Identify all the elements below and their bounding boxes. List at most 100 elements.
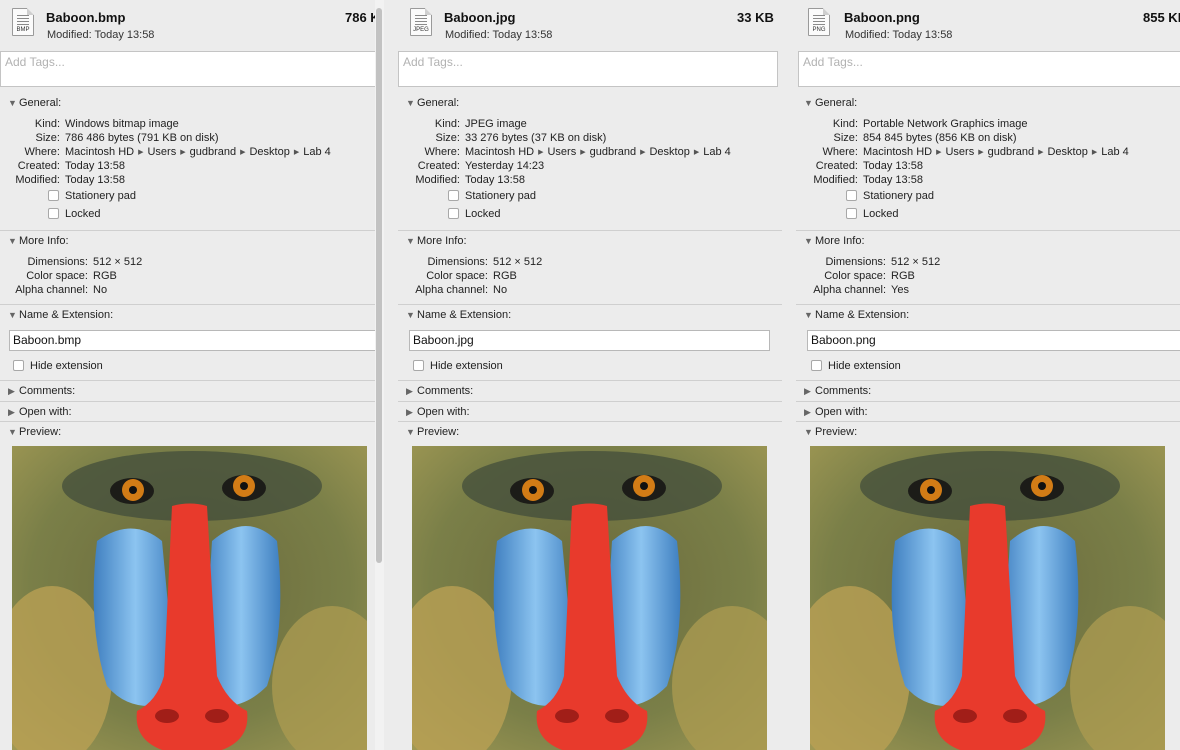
file-size: 33 KB <box>737 10 774 25</box>
color-space-label: Color space: <box>26 270 88 282</box>
checkbox-unchecked-icon[interactable] <box>811 360 822 371</box>
baboon-preview-image <box>810 446 1165 750</box>
modified-label: Modified: <box>813 174 858 186</box>
checkbox-unchecked-icon[interactable] <box>448 208 459 219</box>
locked-checkbox[interactable]: Locked <box>48 207 100 221</box>
modified-value: Today 13:58 <box>863 174 923 186</box>
disclosure-open-icon: ▼ <box>8 98 17 108</box>
disclosure-open-icon: ▼ <box>804 98 813 108</box>
size-value: 786 486 bytes (791 KB on disk) <box>65 132 219 144</box>
kind-label: Kind: <box>434 118 460 130</box>
disclosure-closed-icon: ▶ <box>8 407 15 417</box>
path-arrow-icon: ▶ <box>1091 149 1098 156</box>
section-comments[interactable]: ▶ Comments: <box>8 385 75 397</box>
dimensions-label: Dimensions: <box>825 256 886 268</box>
section-more-info[interactable]: ▼ More Info: <box>804 235 865 247</box>
checkbox-unchecked-icon[interactable] <box>846 190 857 201</box>
name-extension-input[interactable]: Baboon.jpg <box>409 330 770 351</box>
where-path: Macintosh HD ▶ Users ▶ gudbrand ▶ Desktop ▶ Lab … <box>863 146 1129 158</box>
checkbox-unchecked-icon[interactable] <box>846 208 857 219</box>
dimensions-value: 512 × 512 <box>891 256 941 268</box>
stationery-pad-checkbox[interactable]: Stationery pad <box>48 189 136 203</box>
divider <box>398 401 782 402</box>
kind-value: Windows bitmap image <box>65 118 179 130</box>
section-open-with[interactable]: ▶ Open with: <box>8 406 72 418</box>
divider <box>796 421 1180 422</box>
scrollbar[interactable] <box>375 0 384 750</box>
disclosure-open-icon: ▼ <box>8 427 17 437</box>
section-more-info[interactable]: ▼ More Info: <box>8 235 69 247</box>
alpha-channel-value: Yes <box>891 284 909 296</box>
size-label: Size: <box>35 132 60 144</box>
baboon-preview-image <box>12 446 367 750</box>
locked-checkbox[interactable]: Locked <box>846 207 898 221</box>
scroll-thumb[interactable] <box>376 8 382 563</box>
divider <box>0 380 384 381</box>
created-label: Created: <box>417 160 460 172</box>
section-name-extension[interactable]: ▼ Name & Extension: <box>8 309 113 321</box>
document-icon: PNG <box>808 8 830 36</box>
stationery-pad-checkbox[interactable]: Stationery pad <box>846 189 934 203</box>
checkbox-unchecked-icon[interactable] <box>48 190 59 201</box>
name-extension-input[interactable]: Baboon.bmp <box>9 330 384 351</box>
divider <box>398 421 782 422</box>
where-label: Where: <box>24 146 60 158</box>
kind-label: Kind: <box>34 118 60 130</box>
panel-header: PNG Baboon.png 855 KB Modified: Today 13… <box>796 0 1180 50</box>
file-name-title: Baboon.png <box>844 10 920 25</box>
section-preview[interactable]: ▼ Preview: <box>406 426 459 438</box>
tags-field[interactable]: Add Tags... <box>798 51 1180 87</box>
tags-field[interactable]: Add Tags... <box>0 51 384 87</box>
locked-checkbox[interactable]: Locked <box>448 207 500 221</box>
divider <box>0 304 384 305</box>
checkbox-unchecked-icon[interactable] <box>13 360 24 371</box>
path-arrow-icon: ▶ <box>640 149 646 156</box>
hide-extension-checkbox[interactable]: Hide extension <box>413 359 503 373</box>
path-arrow-icon: ▶ <box>538 149 544 156</box>
section-comments[interactable]: ▶ Comments: <box>406 385 473 397</box>
file-type-label: JPEG <box>413 27 429 33</box>
section-preview[interactable]: ▼ Preview: <box>804 426 857 438</box>
tags-field[interactable]: Add Tags... <box>398 51 778 87</box>
section-general[interactable]: ▼ General: <box>804 97 857 109</box>
section-open-with[interactable]: ▶ Open with: <box>406 406 470 418</box>
hide-extension-checkbox[interactable]: Hide extension <box>13 359 103 373</box>
panel-header: JPEG Baboon.jpg 33 KB Modified: Today 13… <box>398 0 782 50</box>
divider <box>0 401 384 402</box>
info-panel-png: PNG Baboon.png 855 KB Modified: Today 13… <box>796 0 1180 750</box>
section-name-extension[interactable]: ▼ Name & Extension: <box>804 309 909 321</box>
stationery-pad-checkbox[interactable]: Stationery pad <box>448 189 536 203</box>
tags-placeholder: Add Tags... <box>403 55 463 69</box>
section-name-extension[interactable]: ▼ Name & Extension: <box>406 309 511 321</box>
path-arrow-icon: ▶ <box>978 149 984 156</box>
divider <box>796 401 1180 402</box>
hide-extension-checkbox[interactable]: Hide extension <box>811 359 901 373</box>
file-size: 855 KB <box>1143 10 1180 25</box>
section-general[interactable]: ▼ General: <box>8 97 61 109</box>
file-type-label: PNG <box>812 27 826 33</box>
path-arrow-icon: ▶ <box>293 149 300 156</box>
alpha-channel-label: Alpha channel: <box>415 284 488 296</box>
disclosure-closed-icon: ▶ <box>804 386 811 396</box>
where-label: Where: <box>822 146 858 158</box>
name-extension-input[interactable]: Baboon.png <box>807 330 1180 351</box>
disclosure-open-icon: ▼ <box>804 427 813 437</box>
document-icon: BMP <box>12 8 34 36</box>
kind-value: Portable Network Graphics image <box>863 118 1028 130</box>
disclosure-open-icon: ▼ <box>406 310 415 320</box>
baboon-preview-image <box>412 446 767 750</box>
section-comments[interactable]: ▶ Comments: <box>804 385 871 397</box>
checkbox-unchecked-icon[interactable] <box>48 208 59 219</box>
modified-value: Today 13:58 <box>65 174 125 186</box>
dimensions-value: 512 × 512 <box>93 256 143 268</box>
section-more-info[interactable]: ▼ More Info: <box>406 235 467 247</box>
section-general[interactable]: ▼ General: <box>406 97 459 109</box>
color-space-value: RGB <box>493 270 517 282</box>
section-open-with[interactable]: ▶ Open with: <box>804 406 868 418</box>
color-space-value: RGB <box>891 270 915 282</box>
disclosure-open-icon: ▼ <box>8 310 17 320</box>
checkbox-unchecked-icon[interactable] <box>413 360 424 371</box>
file-name-title: Baboon.bmp <box>46 10 126 25</box>
checkbox-unchecked-icon[interactable] <box>448 190 459 201</box>
section-preview[interactable]: ▼ Preview: <box>8 426 61 438</box>
